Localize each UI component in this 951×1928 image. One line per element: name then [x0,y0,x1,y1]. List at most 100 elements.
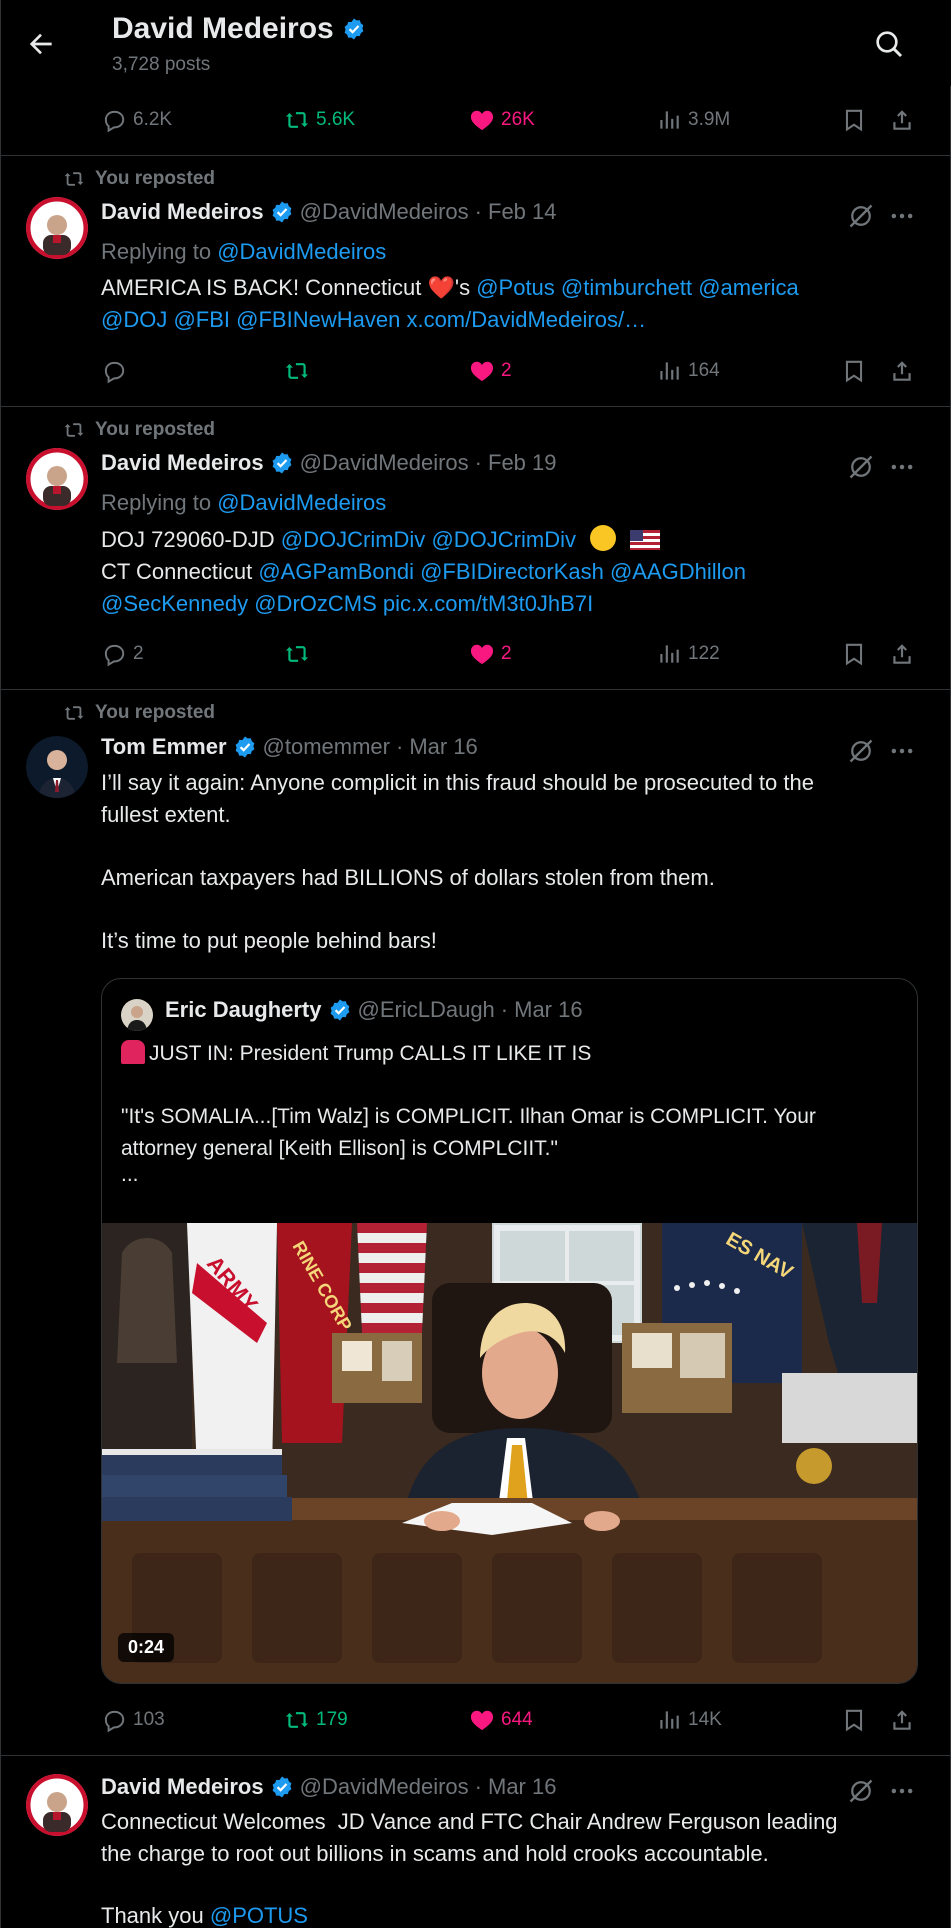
grok-icon[interactable] [847,1777,875,1805]
views-button[interactable]: 122 [656,638,720,670]
reply-button[interactable]: 6.2K [101,104,172,136]
reply-button[interactable]: 2 [101,638,144,670]
post-actions-previous: 6.2K 5.6K 26K 3.9M [101,104,911,136]
reply-count: 103 [133,1709,165,1730]
heart-icon [469,107,495,133]
separator-dot: · [500,997,509,1022]
mention-link[interactable]: @AGPamBondi [258,559,414,584]
repost-icon [63,168,85,190]
like-count: 2 [501,643,512,664]
author-name[interactable]: Tom Emmer [101,734,227,760]
us-flag-emoji-icon [630,530,661,550]
quoted-post[interactable]: Eric Daugherty @EricLDaugh · Mar 16 JUST… [101,978,918,1684]
red-heart-emoji-icon: ❤️ [427,275,455,300]
replying-prefix: Replying to [101,239,212,264]
avatar[interactable] [26,197,88,259]
separator-dot: · [395,734,404,759]
back-arrow-icon[interactable] [25,28,57,60]
grok-icon[interactable] [847,737,875,765]
author-handle[interactable]: @tomemmer [263,734,390,760]
profile-name-title: David Medeiros [112,12,366,46]
author-handle[interactable]: @DavidMedeiros [300,1774,469,1800]
bookmark-button[interactable] [841,638,867,670]
grok-icon[interactable] [847,202,875,230]
more-options-icon[interactable] [888,737,916,765]
mention-link[interactable]: @Potus [476,275,555,300]
mention-link[interactable]: @FBIDirectorKash [420,559,604,584]
share-button[interactable] [889,104,915,136]
mention-link[interactable]: @FBI [173,307,230,332]
views-button[interactable]: 3.9M [656,104,730,136]
bookmark-button[interactable] [841,355,867,387]
mention-link[interactable]: @DOJCrimDiv [281,527,426,552]
views-button[interactable]: 14K [656,1704,722,1736]
grok-icon[interactable] [847,453,875,481]
more-options-icon[interactable] [888,453,916,481]
repost-button[interactable]: 179 [284,1704,348,1736]
repost-button[interactable] [284,355,316,387]
heart-icon [469,358,495,384]
search-icon[interactable] [873,28,905,60]
replying-to-link[interactable]: @DavidMedeiros [217,490,386,515]
more-options-icon[interactable] [888,202,916,230]
mention-link[interactable]: @DrOzCMS [254,591,377,616]
bookmark-button[interactable] [841,1704,867,1736]
quoted-author-name: Eric Daugherty [165,997,322,1022]
quoted-author-handle: @EricLDaugh [357,997,495,1022]
quoted-avatar[interactable] [121,999,153,1031]
author-handle[interactable]: @DavidMedeiros [300,450,469,476]
author-handle[interactable]: @DavidMedeiros [300,199,469,225]
repost-icon [63,419,85,441]
bookmark-button[interactable] [841,104,867,136]
reply-button[interactable]: 103 [101,1704,165,1736]
mention-link[interactable]: @FBINewHaven [236,307,400,332]
author-name[interactable]: David Medeiros [101,450,264,476]
pic-link[interactable]: pic.x.com/tM3t0JhB7I [383,591,593,616]
like-button[interactable]: 2 [469,638,512,670]
views-button[interactable]: 164 [656,355,720,387]
post-date[interactable]: Feb 19 [488,450,557,476]
replying-to-link[interactable]: @DavidMedeiros [217,239,386,264]
divider [1,406,951,407]
mention-link[interactable]: @america [698,275,799,300]
post-actions: 103 179 644 14K [101,1704,911,1736]
avatar[interactable] [26,448,88,510]
verified-badge-icon [270,200,294,224]
repost-button[interactable] [284,638,316,670]
repost-icon [63,702,85,724]
post-text: Connecticut Welcomes JD Vance and FTC Ch… [101,1809,838,1834]
post-date[interactable]: Mar 16 [488,1774,556,1800]
profile-header: David Medeiros 3,728 posts [1,0,951,86]
share-button[interactable] [889,638,915,670]
mention-link[interactable]: @SecKennedy [101,591,248,616]
more-options-icon[interactable] [888,1777,916,1805]
avatar[interactable] [26,1774,88,1836]
avatar[interactable] [26,736,88,798]
url-link[interactable]: x.com/DavidMedeiros/… [406,307,646,332]
like-button[interactable]: 26K [469,104,535,136]
mention-link[interactable]: @POTUS [210,1903,308,1928]
reply-button[interactable] [101,355,133,387]
mention-link[interactable]: @AAGDhillon [610,559,746,584]
post-text: Thank you [101,1903,204,1928]
replying-prefix: Replying to [101,490,212,515]
share-button[interactable] [889,1704,915,1736]
post-author-row: David Medeiros @DavidMedeiros · Mar 16 [101,1774,556,1800]
share-button[interactable] [889,355,915,387]
views-count: 122 [688,643,720,664]
divider [1,689,951,690]
mention-link[interactable]: @timburchett [561,275,692,300]
like-button[interactable]: 2 [469,355,512,387]
repost-button[interactable]: 5.6K [284,104,355,136]
mention-link[interactable]: @DOJCrimDiv [431,527,576,552]
author-name[interactable]: David Medeiros [101,199,264,225]
like-button[interactable]: 644 [469,1704,533,1736]
mention-link[interactable]: @DOJ [101,307,167,332]
post-author-row: David Medeiros @DavidMedeiros · Feb 19 [101,450,557,476]
author-name[interactable]: David Medeiros [101,1774,264,1800]
post-date[interactable]: Mar 16 [409,734,477,760]
reply-count: 6.2K [133,109,173,130]
video-thumbnail[interactable]: ARMY RINE CORP ES NAV 0:24 [102,1223,917,1683]
post-date[interactable]: Feb 14 [488,199,557,225]
quoted-text: JUST IN: President Trump CALLS IT LIKE I… [149,1042,592,1065]
